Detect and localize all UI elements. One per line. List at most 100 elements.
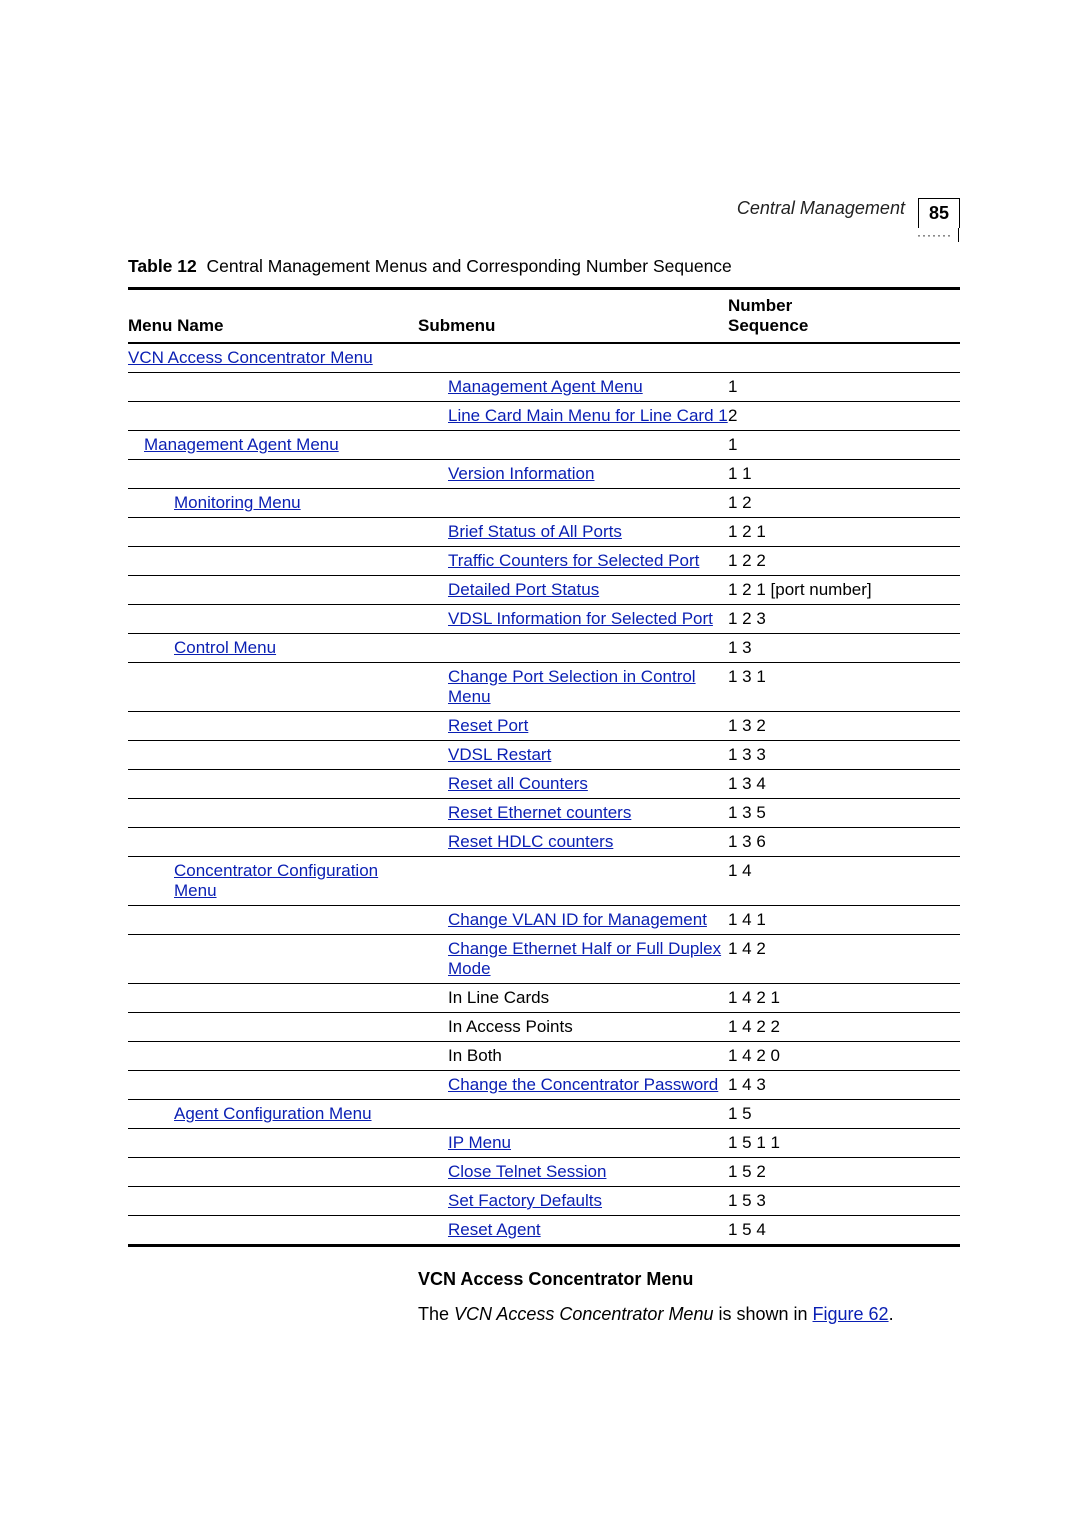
menu-link[interactable]: VCN Access Concentrator Menu <box>128 348 373 367</box>
menu-name-cell <box>128 906 418 935</box>
submenu-link[interactable]: Change Port Selection in Control Menu <box>448 667 696 706</box>
menu-name-cell <box>128 1013 418 1042</box>
submenu-cell: Change the Concentrator Password <box>418 1071 728 1100</box>
figure-link[interactable]: Figure 62 <box>813 1304 889 1324</box>
table-row: IP Menu 1 5 1 1 <box>128 1129 960 1158</box>
table-row: Reset all Counters1 3 4 <box>128 770 960 799</box>
table-row: Detailed Port Status 1 2 1 [port number] <box>128 576 960 605</box>
submenu-link[interactable]: Reset Agent <box>448 1220 541 1239</box>
submenu-cell: IP Menu <box>418 1129 728 1158</box>
submenu-cell: Set Factory Defaults <box>418 1187 728 1216</box>
number-sequence-cell: 1 4 2 2 <box>728 1013 960 1042</box>
submenu-link[interactable]: Traffic Counters for Selected Port <box>448 551 699 570</box>
submenu-link[interactable]: Set Factory Defaults <box>448 1191 602 1210</box>
table-row: Version Information1 1 <box>128 460 960 489</box>
table-row: Set Factory Defaults 1 5 3 <box>128 1187 960 1216</box>
section-vcn-menu: VCN Access Concentrator Menu The VCN Acc… <box>418 1269 960 1325</box>
submenu-link[interactable]: Reset all Counters <box>448 774 588 793</box>
col-menu-name: Menu Name <box>128 289 418 344</box>
submenu-cell: Reset Agent <box>418 1216 728 1246</box>
menu-sequence-table: Menu Name Submenu NumberSequence VCN Acc… <box>128 287 960 1247</box>
submenu-cell: VDSL Information for Selected Port <box>418 605 728 634</box>
number-sequence-cell: 1 2 1 <box>728 518 960 547</box>
submenu-link[interactable]: Reset HDLC counters <box>448 832 613 851</box>
number-sequence-cell: 1 5 <box>728 1100 960 1129</box>
submenu-cell: Reset HDLC counters <box>418 828 728 857</box>
submenu-link[interactable]: VDSL Information for Selected Port <box>448 609 713 628</box>
table-row: Management Agent Menu 1 <box>128 431 960 460</box>
submenu-cell: Version Information <box>418 460 728 489</box>
table-row: Agent Configuration Menu 1 5 <box>128 1100 960 1129</box>
menu-name-cell: Control Menu <box>128 634 418 663</box>
number-sequence-cell: 1 5 1 1 <box>728 1129 960 1158</box>
submenu-cell: In Access Points <box>418 1013 728 1042</box>
number-sequence-cell: 1 2 3 <box>728 605 960 634</box>
menu-name-cell <box>128 828 418 857</box>
submenu-link[interactable]: Close Telnet Session <box>448 1162 606 1181</box>
number-sequence-cell: 1 3 1 <box>728 663 960 712</box>
table-row: In Line Cards1 4 2 1 <box>128 984 960 1013</box>
submenu-link[interactable]: Brief Status of All Ports <box>448 522 622 541</box>
table-row: Close Telnet Session1 5 2 <box>128 1158 960 1187</box>
menu-name-cell <box>128 770 418 799</box>
number-sequence-cell: 1 2 <box>728 489 960 518</box>
submenu-cell: Change Port Selection in Control Menu <box>418 663 728 712</box>
table-row: Change VLAN ID for Management 1 4 1 <box>128 906 960 935</box>
number-sequence-cell: 1 4 <box>728 857 960 906</box>
submenu-cell <box>418 1100 728 1129</box>
menu-name-cell: Concentrator Configuration Menu <box>128 857 418 906</box>
submenu-cell: Traffic Counters for Selected Port <box>418 547 728 576</box>
submenu-link[interactable]: Change Ethernet Half or Full Duplex Mode <box>448 939 721 978</box>
section-title: Central Management <box>737 198 905 218</box>
table-row: Control Menu1 3 <box>128 634 960 663</box>
table-row: Change Port Selection in Control Menu 1 3… <box>128 663 960 712</box>
menu-link[interactable]: Control Menu <box>174 638 276 657</box>
submenu-cell: Brief Status of All Ports <box>418 518 728 547</box>
menu-name-cell <box>128 935 418 984</box>
submenu-link[interactable]: Reset Port <box>448 716 528 735</box>
number-sequence-cell: 1 2 1 [port number] <box>728 576 960 605</box>
number-sequence-cell: 1 4 1 <box>728 906 960 935</box>
submenu-link[interactable]: Version Information <box>448 464 594 483</box>
menu-name-cell <box>128 1216 418 1246</box>
menu-name-cell <box>128 402 418 431</box>
menu-name-cell <box>128 799 418 828</box>
menu-name-cell: Agent Configuration Menu <box>128 1100 418 1129</box>
menu-link[interactable]: Monitoring Menu <box>174 493 301 512</box>
number-sequence-cell: 1 4 2 <box>728 935 960 984</box>
submenu-link[interactable]: Change the Concentrator Password <box>448 1075 718 1094</box>
section-paragraph: The VCN Access Concentrator Menu is show… <box>418 1304 960 1325</box>
submenu-text: In Both <box>418 1046 502 1066</box>
number-sequence-cell: 1 4 2 0 <box>728 1042 960 1071</box>
menu-link[interactable]: Management Agent Menu <box>144 435 339 454</box>
table-row: Change Ethernet Half or Full Duplex Mode… <box>128 935 960 984</box>
menu-name-cell: Management Agent Menu <box>128 431 418 460</box>
number-sequence-cell: 1 <box>728 373 960 402</box>
submenu-cell: Reset all Counters <box>418 770 728 799</box>
menu-name-cell <box>128 1158 418 1187</box>
number-sequence-cell: 1 3 2 <box>728 712 960 741</box>
number-sequence-cell: 1 5 3 <box>728 1187 960 1216</box>
submenu-cell: Change VLAN ID for Management <box>418 906 728 935</box>
table-row: Reset Agent1 5 4 <box>128 1216 960 1246</box>
menu-link[interactable]: Agent Configuration Menu <box>174 1104 372 1123</box>
submenu-cell: Change Ethernet Half or Full Duplex Mode <box>418 935 728 984</box>
submenu-link[interactable]: Line Card Main Menu for Line Card 1 <box>448 406 728 425</box>
menu-link[interactable]: Concentrator Configuration Menu <box>174 861 378 900</box>
submenu-link[interactable]: Detailed Port Status <box>448 580 599 599</box>
page-number: 85 <box>918 198 960 228</box>
submenu-link[interactable]: Reset Ethernet counters <box>448 803 631 822</box>
section-heading: VCN Access Concentrator Menu <box>418 1269 960 1290</box>
table-row: Reset Ethernet counters1 3 5 <box>128 799 960 828</box>
submenu-link[interactable]: Management Agent Menu <box>448 377 643 396</box>
submenu-link[interactable]: VDSL Restart <box>448 745 551 764</box>
submenu-link[interactable]: Change VLAN ID for Management <box>448 910 707 929</box>
number-sequence-cell: 1 <box>728 431 960 460</box>
header-ornament: ······· <box>917 228 959 242</box>
menu-name-cell <box>128 460 418 489</box>
number-sequence-cell <box>728 343 960 373</box>
menu-name-cell <box>128 712 418 741</box>
submenu-link[interactable]: IP Menu <box>448 1133 511 1152</box>
menu-name-cell <box>128 576 418 605</box>
table-row: Reset Port 1 3 2 <box>128 712 960 741</box>
